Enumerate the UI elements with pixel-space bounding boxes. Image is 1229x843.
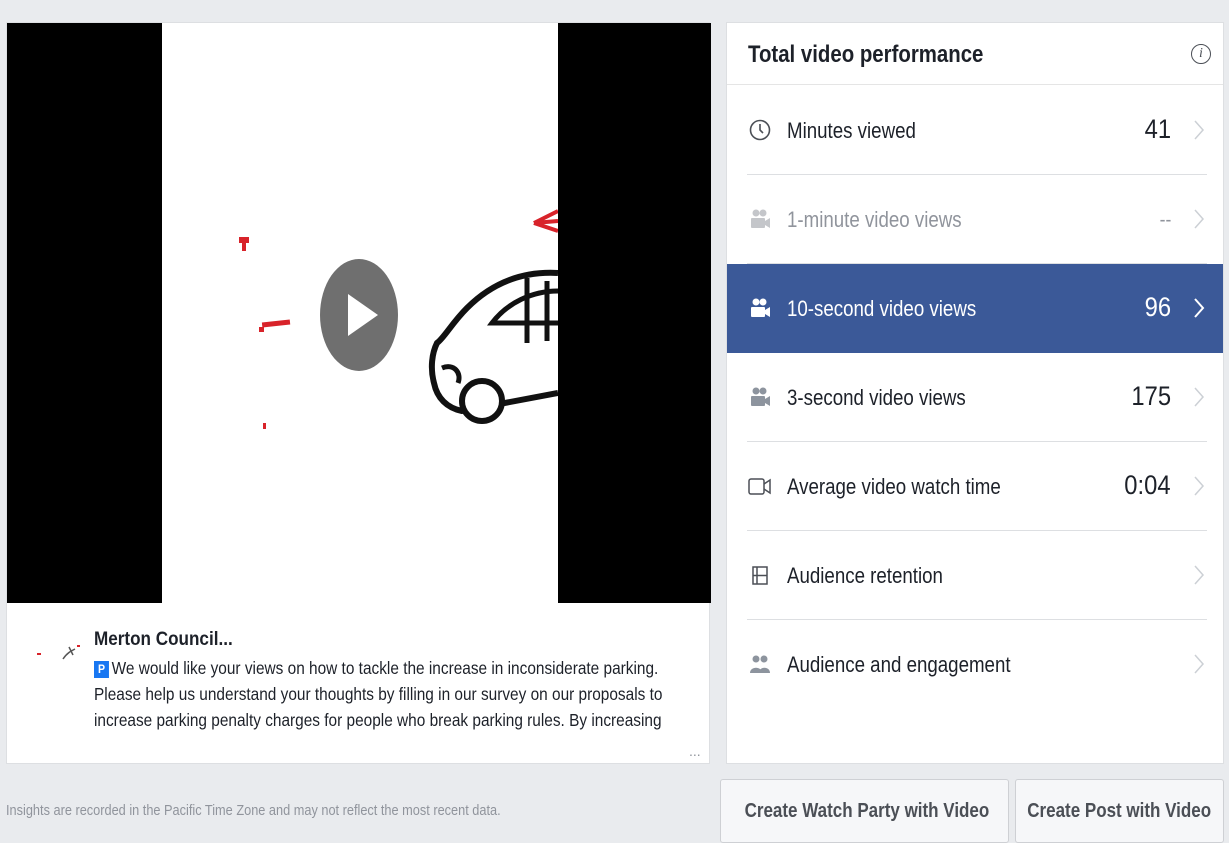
chevron-right-icon <box>1194 387 1205 407</box>
create-post-label: Create Post with Video <box>1027 799 1212 822</box>
film-icon <box>752 566 768 585</box>
chevron-right-icon <box>1194 565 1205 585</box>
metric-label: 3-second video views <box>787 385 966 410</box>
metric-value: 0:04 <box>1124 470 1171 500</box>
chevron-right-icon <box>1194 120 1205 140</box>
metric-label: 1-minute video views <box>787 207 962 232</box>
insights-timezone-note: Insights are recorded in the Pacific Tim… <box>6 802 501 819</box>
clock-icon <box>749 119 771 141</box>
metric-value: 41 <box>1144 114 1171 144</box>
metric-value: -- <box>1159 209 1171 231</box>
create-watch-party-button[interactable]: Create Watch Party with Video <box>720 779 1009 843</box>
letterbox-right <box>558 23 711 603</box>
letterbox-left <box>7 23 162 603</box>
video-card: Merton Council... P We would like your vi… <box>6 22 711 765</box>
create-post-button[interactable]: Create Post with Video <box>1015 779 1224 843</box>
camera-icon <box>751 387 770 406</box>
metric-value: 175 <box>1131 381 1171 411</box>
metric-row-1-minute-views[interactable]: 1-minute video views -- <box>727 175 1223 264</box>
video-player[interactable] <box>7 23 711 603</box>
panel-title: Total video performance <box>748 41 984 68</box>
video-performance-panel: Total video performance i Minutes viewed… <box>726 22 1224 764</box>
chevron-right-icon <box>1194 654 1205 674</box>
info-icon[interactable]: i <box>1191 44 1211 64</box>
post-body: We would like your views on how to tackl… <box>94 658 663 730</box>
metric-row-3-second-views[interactable]: 3-second video views 175 <box>727 353 1223 442</box>
post-preview: Merton Council... P We would like your vi… <box>7 603 711 765</box>
play-icon <box>348 294 378 336</box>
see-more-ellipsis[interactable]: ... <box>689 743 701 759</box>
metric-label: Audience and engagement <box>787 652 1011 677</box>
metric-row-10-second-views[interactable]: 10-second video views 96 <box>727 264 1223 353</box>
post-text: P We would like your views on how to tack… <box>94 655 684 733</box>
people-icon <box>750 655 770 673</box>
camera-icon <box>751 298 770 317</box>
page-name[interactable]: Merton Council... <box>94 629 233 651</box>
page-avatar[interactable] <box>33 629 89 663</box>
metric-row-audience-retention[interactable]: Audience retention <box>727 531 1223 620</box>
metric-row-average-watch-time[interactable]: Average video watch time 0:04 <box>727 442 1223 531</box>
chevron-right-icon <box>1194 476 1205 496</box>
watch-party-label: Create Watch Party with Video <box>744 799 989 822</box>
metric-value: 96 <box>1144 292 1171 322</box>
panel-header: Total video performance i <box>727 23 1223 85</box>
metric-row-audience-engagement[interactable]: Audience and engagement <box>727 620 1223 709</box>
chevron-right-icon <box>1194 209 1205 229</box>
metric-label: 10-second video views <box>787 296 977 321</box>
metric-label: Minutes viewed <box>787 118 916 143</box>
metric-label: Audience retention <box>787 563 943 588</box>
metric-row-minutes-viewed[interactable]: Minutes viewed 41 <box>727 86 1223 175</box>
metric-label: Average video watch time <box>787 474 1001 499</box>
parking-badge-icon: P <box>94 661 109 678</box>
video-icon <box>748 478 771 495</box>
play-button[interactable] <box>320 259 398 371</box>
camera-icon <box>751 209 770 228</box>
top-strip <box>0 0 1229 8</box>
chevron-right-icon <box>1194 298 1205 318</box>
